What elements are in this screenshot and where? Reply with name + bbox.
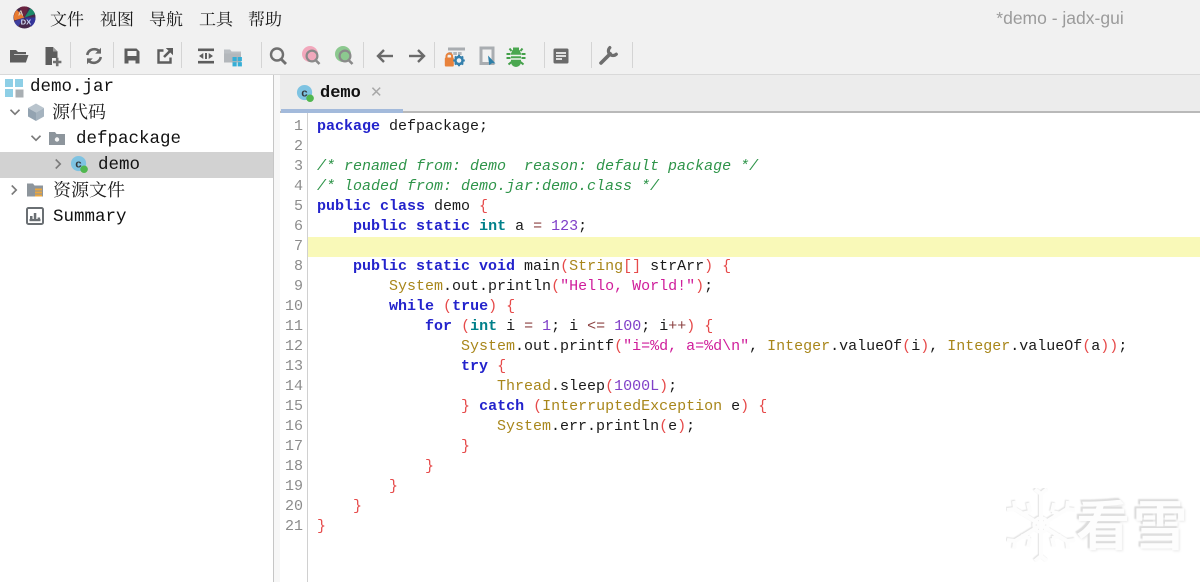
svg-text:DX: DX bbox=[21, 18, 33, 27]
svg-text:A: A bbox=[18, 10, 23, 18]
